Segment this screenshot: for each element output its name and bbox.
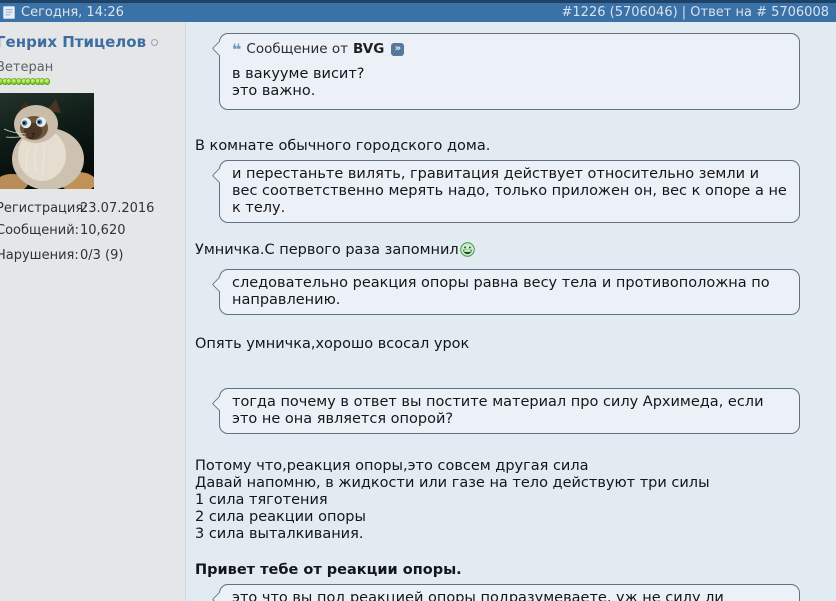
quote-text: это что вы под реакцией опоры подразумев… <box>232 590 724 601</box>
quote-block-bvg: ❝ Сообщение от BVG » в вакууме висит? эт… <box>211 33 800 110</box>
quote-tail-icon <box>211 395 227 412</box>
online-status-icon <box>151 38 159 46</box>
reputation-dot <box>44 78 51 85</box>
message-text-line: 2 сила реакции опоры <box>195 509 366 525</box>
message-text-span: Умничка.С первого раза запомнил <box>195 242 459 258</box>
message-text: В комнате обычного городского дома. <box>195 138 491 154</box>
quote-tail-icon <box>211 40 227 57</box>
user-title: Ветеран <box>0 60 54 75</box>
message-text-line: 3 сила выталкивания. <box>195 526 364 542</box>
message-text: Опять умничка,хорошо всосал урок <box>195 336 470 352</box>
quote-text: следовательно реакция опоры равна весу т… <box>232 275 770 308</box>
registration-value: 23.07.2016 <box>80 201 155 216</box>
quote-header: ❝ Сообщение от BVG » <box>232 41 787 58</box>
quote-prefix: Сообщение от <box>246 41 349 57</box>
quote-block: тогда почему в ответ вы постите материал… <box>211 388 800 434</box>
username-row: Генрих Птицелов <box>0 33 179 51</box>
username-link[interactable]: Генрих Птицелов <box>0 33 146 51</box>
quote-icon: ❝ <box>232 39 242 59</box>
post-page-icon <box>3 5 15 19</box>
post-number-link[interactable]: #1226 (5706046) | Ответ на # 5706008 <box>562 5 829 20</box>
reputation-bar <box>0 78 179 85</box>
violations-row: Нарушения: 0/3 (9) <box>0 248 179 263</box>
registration-row: Регистрация: 23.07.2016 <box>0 201 179 216</box>
user-info: Регистрация: 23.07.2016 Сообщений: 10,62… <box>0 201 179 263</box>
quote-text: тогда почему в ответ вы постите материал… <box>232 394 764 427</box>
post-header-bar: Сегодня, 14:26 #1226 (5706046) | Ответ н… <box>0 0 836 22</box>
message-text: Умничка.С первого раза запомнил <box>195 242 800 259</box>
message-text-line: Давай напомню, в жидкости или газе на те… <box>195 475 710 491</box>
registration-label: Регистрация: <box>0 201 88 216</box>
post-content: ❝ Сообщение от BVG » в вакууме висит? эт… <box>186 22 836 601</box>
messages-value: 10,620 <box>80 223 126 238</box>
quote-tail-icon <box>211 276 227 293</box>
violations-value: 0/3 (9) <box>80 248 124 263</box>
messages-row: Сообщений: 10,620 <box>0 223 179 238</box>
message-text-line: Потому что,реакция опоры,это совсем друг… <box>195 458 589 474</box>
quote-text: и перестаньте вилять, гравитация действу… <box>232 166 787 216</box>
avatar[interactable] <box>0 93 94 189</box>
quote-block: и перестаньте вилять, гравитация действу… <box>211 160 800 223</box>
quote-author: BVG <box>353 41 385 57</box>
quote-block: это что вы под реакцией опоры подразумев… <box>211 584 800 601</box>
post-layout: Генрих Птицелов Ветеран Регистрация: 23.… <box>0 22 836 601</box>
quote-tail-icon <box>211 591 227 601</box>
message-paragraph: Потому что,реакция опоры,это совсем друг… <box>195 458 800 543</box>
viewpost-icon[interactable]: » <box>391 43 405 56</box>
quote-tail-icon <box>211 167 227 184</box>
grin-smiley-icon <box>460 242 475 257</box>
message-text-line: 1 сила тяготения <box>195 492 328 508</box>
user-sidebar: Генрих Птицелов Ветеран Регистрация: 23.… <box>0 22 186 601</box>
violations-label: Нарушения: <box>0 248 79 263</box>
messages-label: Сообщений: <box>0 223 80 238</box>
post-date: Сегодня, 14:26 <box>21 4 124 20</box>
message-text-bold: Привет тебе от реакции опоры. <box>195 562 462 578</box>
quote-text-line: это важно. <box>232 83 316 99</box>
quote-text-line: в вакууме висит? <box>232 66 365 82</box>
quote-block: следовательно реакция опоры равна весу т… <box>211 269 800 315</box>
